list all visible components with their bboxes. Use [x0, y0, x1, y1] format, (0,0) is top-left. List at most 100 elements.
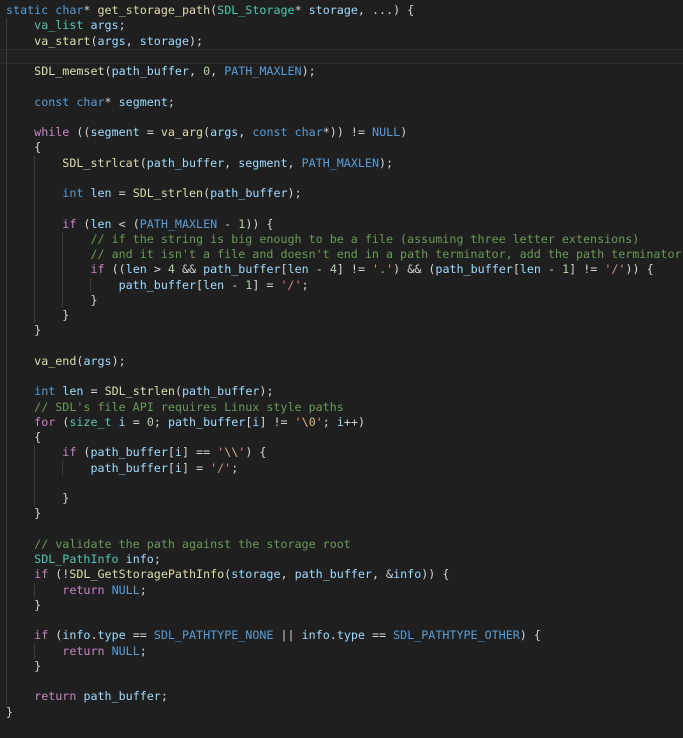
code-token: \\ [224, 445, 239, 460]
code-token: '/' [280, 277, 302, 292]
code-token: )) { [421, 567, 450, 582]
code-line[interactable] [0, 369, 683, 384]
code-line[interactable]: // validate the path against the storage… [0, 537, 683, 552]
code-token: len [62, 384, 84, 399]
code-token: const [34, 94, 70, 109]
code-line[interactable] [0, 613, 683, 628]
code-line[interactable]: if (path_buffer[i] == '\\') { [0, 445, 683, 460]
code-line[interactable] [0, 476, 683, 491]
code-line[interactable] [0, 110, 683, 125]
code-line[interactable]: path_buffer[i] = '/'; [0, 461, 683, 476]
code-token: 4 [167, 262, 175, 277]
code-line[interactable]: if (len < (PATH_MAXLEN - 1)) { [0, 217, 683, 232]
code-line[interactable]: } [0, 506, 683, 521]
code-token: SDL_PATHTYPE_OTHER [393, 628, 520, 643]
code-token: path_buffer [146, 155, 225, 170]
code-token: len [90, 216, 112, 231]
code-line[interactable]: va_end(args); [0, 354, 683, 369]
code-line[interactable]: if (info.type == SDL_PATHTYPE_NONE || in… [0, 628, 683, 643]
code-token: ); [259, 384, 274, 399]
code-token: NULL [111, 582, 140, 597]
code-line[interactable] [0, 522, 683, 537]
code-line[interactable]: return NULL; [0, 644, 683, 659]
code-line[interactable]: int len = SDL_strlen(path_buffer); [0, 186, 683, 201]
code-line[interactable]: } [0, 323, 683, 338]
code-line[interactable]: // SDL's file API requires Linux style p… [0, 400, 683, 415]
code-token: , & [371, 567, 394, 582]
code-line[interactable] [0, 201, 683, 216]
code-token: ; [153, 552, 161, 566]
code-token: va_list [34, 18, 84, 33]
code-token: SDL_GetStoragePathInfo [69, 567, 225, 582]
code-lines[interactable]: static char* get_storage_path(SDL_Storag… [0, 3, 683, 720]
code-token: size_t [69, 414, 112, 429]
code-token: )) { [625, 262, 654, 277]
code-line[interactable]: while ((segment = va_arg(args, const cha… [0, 125, 683, 140]
code-line[interactable]: } [0, 308, 683, 323]
code-token: // validate the path against the storage… [34, 536, 351, 551]
code-line[interactable]: return path_buffer; [0, 689, 683, 704]
code-token: SDL_strlcat [62, 155, 140, 170]
code-token: i [174, 460, 182, 475]
code-token: '.' [372, 262, 394, 277]
code-line[interactable]: } [0, 705, 683, 720]
code-token: = [139, 125, 161, 139]
code-token: if [34, 628, 49, 643]
code-token: [ [280, 262, 288, 277]
code-line[interactable] [0, 49, 683, 64]
code-line[interactable]: path_buffer[len - 1] = '/'; [0, 278, 683, 293]
code-line[interactable]: } [0, 598, 683, 613]
code-token: (! [48, 567, 70, 582]
code-line[interactable]: static char* get_storage_path(SDL_Storag… [0, 3, 683, 18]
code-line[interactable]: } [0, 491, 683, 506]
code-line[interactable]: SDL_PathInfo info; [0, 552, 683, 567]
code-line[interactable]: SDL_memset(path_buffer, 0, PATH_MAXLEN); [0, 64, 683, 79]
code-line[interactable] [0, 171, 683, 186]
code-line[interactable]: // and it isn't a file and doesn't end i… [0, 247, 683, 262]
code-token: SDL_Storage [217, 3, 295, 17]
code-token: , [210, 64, 225, 78]
code-token: && [174, 262, 204, 277]
code-line[interactable]: } [0, 293, 683, 308]
code-token: ( [139, 155, 147, 170]
code-token: PATH_MAXLEN [139, 216, 218, 231]
code-token: int [62, 186, 84, 200]
code-line[interactable]: for (size_t i = 0; path_buffer[i] != '\0… [0, 415, 683, 430]
code-token: ] != [569, 262, 605, 277]
code-token: ) { [245, 445, 267, 460]
code-line[interactable]: } [0, 659, 683, 674]
code-token: get_storage_path [97, 3, 211, 17]
code-line[interactable]: const char* segment; [0, 95, 683, 110]
code-token: ; [160, 689, 168, 704]
code-line[interactable] [0, 79, 683, 94]
code-token: segment [118, 94, 168, 109]
code-token: { [6, 430, 42, 444]
code-token: path_buffer [83, 689, 161, 704]
code-line[interactable]: va_list args; [0, 18, 683, 33]
code-token: '/' [604, 262, 626, 277]
code-token: , [125, 33, 140, 48]
code-token: ); [301, 64, 316, 78]
code-line[interactable]: { [0, 140, 683, 155]
code-line[interactable]: { [0, 430, 683, 445]
code-editor[interactable]: static char* get_storage_path(SDL_Storag… [0, 0, 683, 738]
code-line[interactable] [0, 339, 683, 354]
code-line[interactable]: // if the string is big enough to be a f… [0, 232, 683, 247]
code-token: segment [90, 125, 140, 139]
code-token: ; [231, 460, 239, 475]
code-line[interactable]: if (!SDL_GetStoragePathInfo(storage, pat… [0, 567, 683, 582]
code-token: , ...) { [357, 3, 415, 17]
code-line[interactable] [0, 674, 683, 689]
code-line[interactable]: return NULL; [0, 583, 683, 598]
code-line[interactable]: va_start(args, storage); [0, 34, 683, 49]
code-line[interactable]: if ((len > 4 && path_buffer[len - 4] != … [0, 262, 683, 277]
code-line[interactable]: int len = SDL_strlen(path_buffer); [0, 384, 683, 399]
code-line[interactable]: SDL_strlcat(path_buffer, segment, PATH_M… [0, 156, 683, 171]
